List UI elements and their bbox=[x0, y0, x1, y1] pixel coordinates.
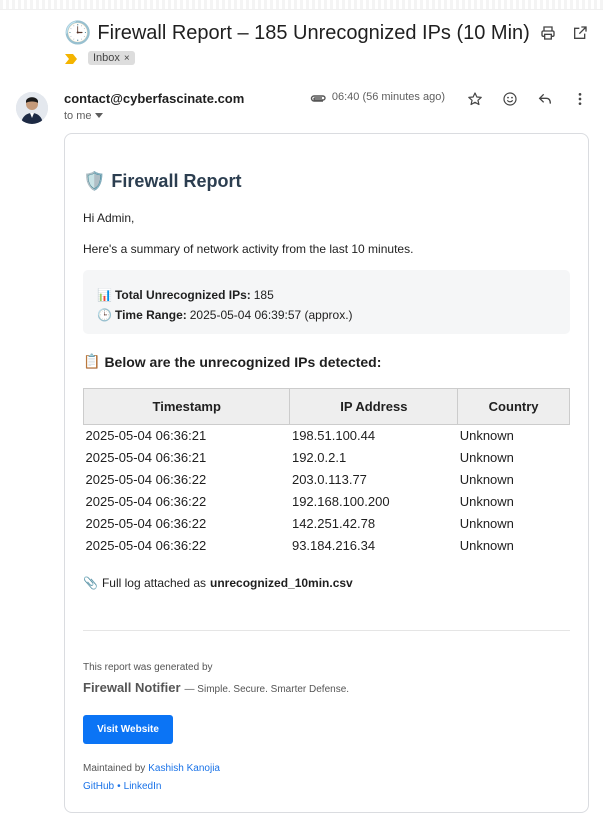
clock-icon: 🕒 bbox=[64, 20, 92, 45]
bar-chart-icon: 📊 bbox=[97, 288, 112, 302]
print-icon[interactable] bbox=[539, 24, 557, 42]
table-row: 2025-05-04 06:36:21 198.51.100.44 Unknow… bbox=[84, 425, 570, 447]
inbox-label-text: Inbox bbox=[93, 52, 120, 64]
ip-cell: 192.0.2.1 bbox=[291, 450, 347, 465]
open-in-new-window-icon[interactable] bbox=[571, 24, 589, 42]
detected-heading: 📋 Below are the unrecognized IPs detecte… bbox=[83, 353, 381, 370]
clock-icon: 🕒 bbox=[97, 308, 112, 322]
attachment-note: 📎 Full log attached as unrecognized_10mi… bbox=[83, 576, 353, 590]
timestamp-cell: 2025-05-04 06:36:21 bbox=[85, 450, 207, 465]
meta-actions bbox=[466, 90, 589, 108]
country-cell: Unknown bbox=[459, 472, 514, 487]
ip-cell: 198.51.100.44 bbox=[291, 428, 376, 444]
report-title: 🛡️ Firewall Report bbox=[83, 171, 241, 192]
email-time: 06:40 (56 minutes ago) bbox=[331, 91, 445, 103]
total-value: 185 bbox=[253, 288, 274, 302]
country-cell: Unknown bbox=[459, 538, 514, 553]
total-unrecognized-line: 📊 Total Unrecognized IPs: 185 bbox=[97, 285, 556, 305]
reply-icon[interactable] bbox=[536, 90, 554, 108]
greeting: Hi Admin, bbox=[83, 211, 135, 225]
attachment-filename: unrecognized_10min.csv bbox=[210, 576, 353, 590]
star-icon[interactable] bbox=[466, 90, 484, 108]
recipient-toggle[interactable]: to me bbox=[64, 110, 103, 122]
divider bbox=[83, 630, 570, 631]
email-subject: Firewall Report – 185 Unrecognized IPs (… bbox=[97, 22, 530, 44]
maintained-by-text: Maintained by bbox=[83, 763, 146, 774]
summary-box: 📊 Total Unrecognized IPs: 185 🕒 Time Ran… bbox=[83, 270, 570, 334]
country-cell: Unknown bbox=[459, 494, 514, 509]
ip-cell: 93.184.216.34 bbox=[291, 538, 376, 553]
timestamp-cell: 2025-05-04 06:36:22 bbox=[85, 516, 207, 531]
recipient-text: to me bbox=[64, 110, 92, 122]
total-label: Total Unrecognized IPs: bbox=[114, 288, 251, 302]
maintainer-link[interactable]: Kashish Kanojia bbox=[148, 763, 220, 774]
ip-table: Timestamp IP Address Country 2025-05-04 … bbox=[82, 388, 570, 557]
maintained-by-line: Maintained by Kashish Kanojia bbox=[83, 763, 220, 774]
table-row: 2025-05-04 06:36:21 192.0.2.1 Unknown bbox=[84, 447, 570, 469]
avatar[interactable] bbox=[16, 92, 48, 124]
timestamp-cell: 2025-05-04 06:36:22 bbox=[85, 538, 207, 553]
table-row: 2025-05-04 06:36:22 93.184.216.34 Unknow… bbox=[84, 535, 570, 557]
clipboard-icon: 📋 bbox=[83, 353, 101, 369]
top-band bbox=[0, 0, 603, 10]
social-links: GitHub • LinkedIn bbox=[83, 781, 161, 792]
table-row: 2025-05-04 06:36:22 192.168.100.200 Unkn… bbox=[84, 491, 570, 513]
visit-website-button[interactable]: Visit Website bbox=[83, 715, 173, 744]
paperclip-icon: 📎 bbox=[83, 576, 98, 590]
more-vert-icon[interactable] bbox=[571, 90, 589, 108]
timestamp-cell: 2025-05-04 06:36:21 bbox=[85, 428, 207, 444]
ip-cell: 192.168.100.200 bbox=[291, 494, 390, 509]
report-title-text: Firewall Report bbox=[111, 171, 242, 191]
detected-heading-text: Below are the unrecognized IPs detected: bbox=[104, 353, 382, 370]
timestamp-cell: 2025-05-04 06:36:22 bbox=[85, 472, 207, 487]
table-header-row: Timestamp IP Address Country bbox=[82, 388, 570, 425]
generated-by-text: This report was generated by bbox=[83, 662, 213, 673]
subject-row: 🕒 Firewall Report – 185 Unrecognized IPs… bbox=[64, 20, 530, 46]
emoji-icon[interactable] bbox=[501, 90, 519, 108]
table-row: 2025-05-04 06:36:22 203.0.113.77 Unknown bbox=[84, 469, 570, 491]
link-separator: • bbox=[117, 781, 121, 792]
notifier-line: Firewall Notifier — Simple. Secure. Smar… bbox=[83, 680, 349, 695]
remove-label-icon[interactable]: × bbox=[124, 53, 130, 64]
column-header: Timestamp bbox=[82, 388, 291, 425]
notifier-name: Firewall Notifier bbox=[83, 680, 181, 695]
importance-marker-icon[interactable] bbox=[64, 52, 78, 64]
label-row: Inbox × bbox=[64, 51, 135, 65]
table-row: 2025-05-04 06:36:22 142.251.42.78 Unknow… bbox=[84, 513, 570, 535]
country-cell: Unknown bbox=[459, 428, 514, 444]
chevron-down-icon bbox=[94, 110, 103, 122]
attachment-icon bbox=[310, 91, 326, 103]
summary-intro: Here's a summary of network activity fro… bbox=[83, 242, 414, 256]
linkedin-link[interactable]: LinkedIn bbox=[124, 781, 162, 792]
sender-address[interactable]: contact@cyberfascinate.com bbox=[64, 91, 244, 106]
ip-cell: 203.0.113.77 bbox=[291, 472, 367, 487]
timestamp-cell: 2025-05-04 06:36:22 bbox=[85, 494, 207, 509]
email-body-card: 🛡️ Firewall Report Hi Admin, Here's a su… bbox=[64, 133, 589, 813]
ip-cell: 142.251.42.78 bbox=[291, 516, 376, 531]
github-link[interactable]: GitHub bbox=[83, 781, 114, 792]
country-cell: Unknown bbox=[459, 450, 514, 465]
shield-icon: 🛡️ bbox=[83, 171, 106, 191]
column-header: IP Address bbox=[289, 388, 459, 425]
top-actions bbox=[539, 24, 589, 42]
notifier-tagline: — Simple. Secure. Smarter Defense. bbox=[184, 684, 350, 695]
time-range-value: 2025-05-04 06:39:57 (approx.) bbox=[189, 308, 353, 322]
time-range-label: Time Range: bbox=[114, 308, 187, 322]
column-header: Country bbox=[457, 388, 570, 425]
attachment-note-text: Full log attached as bbox=[101, 576, 207, 590]
meta-row: 06:40 (56 minutes ago) bbox=[310, 91, 445, 103]
inbox-label-chip[interactable]: Inbox × bbox=[88, 51, 135, 65]
time-range-line: 🕒 Time Range: 2025-05-04 06:39:57 (appro… bbox=[97, 305, 556, 325]
country-cell: Unknown bbox=[459, 516, 514, 531]
